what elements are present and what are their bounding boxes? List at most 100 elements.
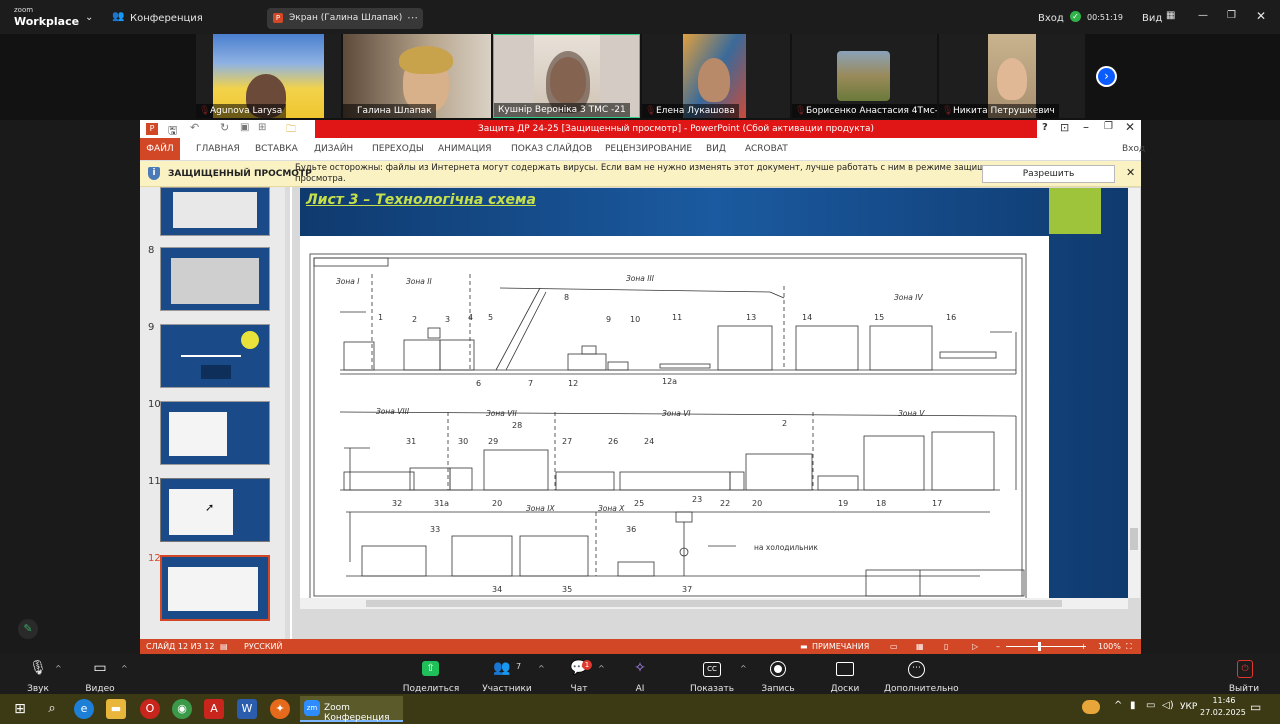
chrome-browser-icon[interactable]: ◉ <box>172 699 192 719</box>
video-button-label[interactable]: Видео <box>82 684 118 694</box>
slide-thumbnail[interactable] <box>160 247 270 311</box>
share-screen-icon[interactable]: ⇧ <box>422 661 439 676</box>
audio-button-label[interactable]: Звук <box>22 684 54 694</box>
minimize-icon[interactable]: – <box>1083 120 1089 134</box>
present-icon[interactable]: ▣ <box>240 122 249 133</box>
tab-animations[interactable]: АНИМАЦИЯ <box>438 138 492 160</box>
tab-insert[interactable]: ВСТАВКА <box>255 138 298 160</box>
sign-in-link[interactable]: Вход <box>1122 138 1145 160</box>
slide-sorter-icon[interactable]: ▦ <box>916 639 924 654</box>
participants-button-label[interactable]: Участники <box>480 684 534 694</box>
chevron-up-icon[interactable]: ^ <box>598 664 605 673</box>
language-indicator[interactable]: РУССКИЙ <box>244 639 283 654</box>
record-icon[interactable] <box>770 661 786 677</box>
slide-thumbnail[interactable]: ➚ <box>160 478 270 542</box>
captions-icon[interactable]: CC <box>703 662 721 677</box>
help-icon[interactable]: ? <box>1042 122 1048 133</box>
thumbnail-scrollbar[interactable] <box>285 187 290 639</box>
participant-tile[interactable]: 🎙 Agunova Larysa <box>196 34 341 118</box>
participant-tile[interactable]: 🎙 Елена Лукашова <box>642 34 790 118</box>
notifications-icon[interactable]: ▭ <box>1250 700 1261 714</box>
gallery-next-button[interactable]: › <box>1096 66 1117 87</box>
participant-tile-active-speaker[interactable]: Кушнір Вероніка 3 ТМС -21 <box>493 34 640 118</box>
notes-icon[interactable]: ▬ <box>800 639 808 654</box>
clock-time[interactable]: 11:46 <box>1212 696 1236 705</box>
more-icon[interactable]: ⋯ <box>908 661 925 678</box>
taskbar-zoom-item[interactable]: zm Zoom Конференция <box>300 696 403 723</box>
normal-view-icon[interactable]: ▭ <box>890 639 898 654</box>
zoom-out-icon[interactable]: – <box>996 639 1000 654</box>
network-icon[interactable]: ▭ <box>1146 700 1155 711</box>
maximize-icon[interactable]: ❐ <box>1104 121 1113 132</box>
file-explorer-icon[interactable]: ▬ <box>106 699 126 719</box>
chevron-up-icon[interactable]: ^ <box>740 664 747 673</box>
tab-home[interactable]: ГЛАВНАЯ <box>196 138 240 160</box>
record-button-label[interactable]: Запись <box>760 684 796 694</box>
tab-file[interactable]: ФАЙЛ <box>140 138 180 160</box>
video-camera-icon[interactable]: ▭ <box>91 660 109 676</box>
tab-design[interactable]: ДИЗАЙН <box>314 138 353 160</box>
slide-thumbnail-active[interactable] <box>160 555 270 621</box>
close-icon[interactable]: ✕ <box>1125 120 1135 134</box>
folder-icon[interactable]: 🗀 <box>286 122 296 139</box>
share-button-label[interactable]: Поделиться <box>402 684 460 694</box>
more-icon[interactable]: ⋯ <box>407 11 418 24</box>
chevron-up-icon[interactable]: ^ <box>538 664 545 673</box>
shield-check-icon[interactable]: ✓ <box>1070 11 1081 22</box>
share-tab[interactable]: P Экран (Галина Шлапак) ⋯ <box>267 8 423 29</box>
proofing-icon[interactable]: ▤ <box>220 639 228 654</box>
weather-icon[interactable] <box>1082 700 1100 714</box>
whiteboard-icon[interactable] <box>836 662 854 676</box>
participant-tile[interactable]: Галина Шлапак <box>343 34 491 118</box>
chevron-down-icon[interactable]: ⌄ <box>85 12 93 23</box>
maximize-icon[interactable]: ❐ <box>1227 10 1236 21</box>
undo-icon[interactable]: ↶ <box>190 121 199 134</box>
redo-icon[interactable]: ↻ <box>220 121 229 134</box>
zoom-slider[interactable] <box>1006 646 1086 647</box>
firefox-browser-icon[interactable]: ✦ <box>270 699 290 719</box>
participant-tile[interactable]: 🎙 Борисенко Анастасия 4Тмс-21 <box>792 34 937 118</box>
tab-acrobat[interactable]: ACROBAT <box>745 138 788 160</box>
slide-thumbnail[interactable] <box>160 324 270 388</box>
opera-browser-icon[interactable]: O <box>140 699 160 719</box>
horizontal-scrollbar[interactable] <box>300 598 1128 609</box>
chevron-up-icon[interactable]: ^ <box>121 664 128 673</box>
word-icon[interactable]: W <box>237 699 257 719</box>
reading-view-icon[interactable]: ▯ <box>944 639 948 654</box>
chat-button-label[interactable]: Чат <box>566 684 592 694</box>
slide-thumbnail[interactable] <box>160 187 270 236</box>
leave-icon[interactable]: ⏻ <box>1237 660 1253 678</box>
zoom-in-icon[interactable]: + <box>1080 639 1087 654</box>
vertical-scrollbar[interactable] <box>1128 188 1140 598</box>
windows-start-icon[interactable]: ⊞ <box>10 699 30 719</box>
slide-thumbnail[interactable] <box>160 401 270 465</box>
enable-editing-button[interactable]: Разрешить редактирование <box>982 165 1115 195</box>
zoom-slider-thumb[interactable] <box>1038 642 1041 651</box>
view-grid-icon[interactable]: ▦ <box>1166 10 1175 21</box>
scrollbar-thumb[interactable] <box>366 600 1062 607</box>
volume-icon[interactable]: ◁) <box>1162 700 1174 711</box>
tab-view[interactable]: ВИД <box>706 138 726 160</box>
minimize-icon[interactable]: — <box>1198 10 1208 21</box>
microphone-tray-icon[interactable]: ▮ <box>1130 700 1136 711</box>
annotate-pencil-icon[interactable]: ✎ <box>18 619 38 639</box>
leave-button-label[interactable]: Выйти <box>1226 684 1262 694</box>
mic-muted-icon[interactable]: 🎙 <box>29 660 47 676</box>
zoom-level[interactable]: 100% <box>1098 639 1121 654</box>
slideshow-icon[interactable]: ▷ <box>972 639 978 654</box>
clock-date[interactable]: 27.02.2025 <box>1200 708 1246 717</box>
close-icon[interactable]: ✕ <box>1126 166 1135 179</box>
acrobat-icon[interactable]: A <box>204 699 224 719</box>
fit-slide-icon[interactable]: ⛶ <box>1126 639 1132 654</box>
chevron-up-icon[interactable]: ^ <box>55 664 62 673</box>
language-indicator[interactable]: УКР <box>1180 702 1197 712</box>
scrollbar-thumb[interactable] <box>1130 528 1138 550</box>
text-box-icon[interactable]: ⊞ <box>258 122 266 133</box>
sign-in-link[interactable]: Вход <box>1038 13 1064 24</box>
more-button-label[interactable]: Дополнительно <box>884 684 959 694</box>
participant-tile[interactable]: 🎙 Никита Петрушкевич <box>939 34 1085 118</box>
tab-transitions[interactable]: ПЕРЕХОДЫ <box>372 138 424 160</box>
meeting-label[interactable]: Конференция <box>130 13 203 24</box>
tab-review[interactable]: РЕЦЕНЗИРОВАНИЕ <box>605 138 692 160</box>
edge-browser-icon[interactable]: e <box>74 699 94 719</box>
